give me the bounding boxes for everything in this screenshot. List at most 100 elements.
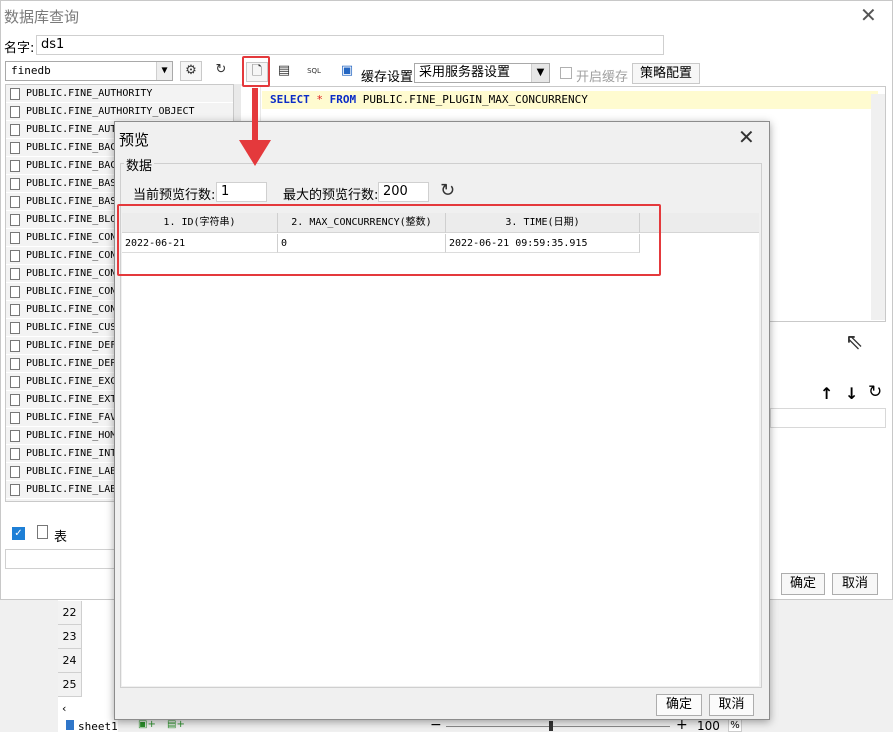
scroll-left-icon[interactable]: ‹ [62,702,66,715]
table-list-item-label: PUBLIC.FINE_CON [26,232,117,243]
sql-table-name: PUBLIC.FINE_PLUGIN_MAX_CONCURRENCY [362,93,588,106]
annotation-arrow-head [239,140,271,166]
table-label: 表 [54,530,68,545]
move-down-icon[interactable]: ↓ [845,384,858,403]
table-icon [10,448,20,460]
chevron-down-icon: ▼ [156,62,172,80]
close-icon[interactable]: ✕ [860,3,877,27]
table-list-item-label: PUBLIC.FINE_CON [26,268,117,279]
table-list-item-label: PUBLIC.FINE_BAC [26,160,117,171]
name-input[interactable]: ds1 [36,35,664,55]
table-list-item-label: PUBLIC.FINE_LAB [26,466,117,477]
table-icon [10,88,20,100]
table-icon [10,484,20,496]
refresh-params-icon[interactable]: ↻ [868,382,882,402]
database-select-value: finedb [11,64,51,77]
table-icon [10,376,20,388]
sql-star: * [316,93,323,106]
table-list-item-label: PUBLIC.FINE_BLO [26,214,117,225]
table-list-item-label: PUBLIC.FINE_BAC [26,142,117,153]
table-list-item-label: PUBLIC.FINE_CUS [26,322,117,333]
dialog-title: 数据库查询 [4,8,80,26]
table-list-item-label: PUBLIC.FINE_HOM [26,430,117,441]
zoom-slider[interactable] [446,726,670,727]
table-list-item-label: PUBLIC.FINE_DEF [26,340,117,351]
zoom-value[interactable]: 100 [697,719,720,732]
table-icon [10,394,20,406]
table-list-item-label: PUBLIC.FINE_LAB [26,484,117,495]
table-checkbox[interactable]: ✓ [12,527,25,540]
table-list-item-label: PUBLIC.FINE_AUTHORITY_OBJECT [26,106,195,117]
cache-settings-label: 缓存设置 [361,70,414,85]
table-icon [10,250,20,262]
table-icon [37,525,48,539]
table-icon [10,322,20,334]
data-section-label: 数据 [124,155,155,174]
table-icon [10,286,20,298]
row-number[interactable]: 24 [58,649,82,673]
database-select[interactable]: finedb ▼ [5,61,173,81]
preview-grid [122,213,759,686]
mouse-cursor-icon: ⇖ [845,330,864,355]
max-rows-label: 最大的预览行数: [283,188,379,203]
table-icon [10,412,20,424]
table-icon [10,196,20,208]
parameter-table[interactable] [770,408,886,428]
max-rows-input[interactable]: 200 [378,182,429,202]
table-list-item-label: PUBLIC.FINE_EXC [26,376,117,387]
table-list-item-label: PUBLIC.FINE_CON [26,286,117,297]
table-icon [10,340,20,352]
row-number[interactable]: 22 [58,601,82,625]
table-list-item-label: PUBLIC.FINE_BAS [26,196,117,207]
sheet-tab[interactable]: sheet1 [78,720,118,732]
refresh-icon[interactable]: ↻ [210,61,232,81]
refresh-icon[interactable]: ↻ [440,180,455,201]
ok-button[interactable]: 确定 [781,573,825,595]
table-icon [10,466,20,478]
table-icon [10,304,20,316]
table-icon [10,430,20,442]
param-icon[interactable]: ▤ [273,62,295,82]
sql-keyword-select: SELECT [270,93,310,106]
table-list-item-label: PUBLIC.FINE_INT [26,448,117,459]
table-list-item-label: PUBLIC.FINE_EXT [26,394,117,405]
row-number[interactable]: 23 [58,625,82,649]
connection-settings-icon[interactable]: ⚙ [180,61,202,81]
close-icon[interactable]: ✕ [738,125,755,149]
row-number[interactable]: 25 [58,673,82,697]
table-icon [10,124,20,136]
table-search-input[interactable] [5,549,115,569]
table-list-item-label: PUBLIC.FINE_DEP [26,358,117,369]
preview-cancel-button[interactable]: 取消 [709,694,754,716]
add-sheet-icon[interactable]: ▣+ [138,719,158,731]
table-icon [10,160,20,172]
sql-editor-scrollbar[interactable] [871,94,885,320]
sql-keyword-from: FROM [329,93,357,106]
cache-settings-select[interactable]: 采用服务器设置 ▼ [414,63,550,83]
table-icon [10,178,20,190]
enable-cache-checkbox[interactable] [560,67,572,79]
table-list-item-label: PUBLIC.FINE_AUT [26,124,117,135]
name-label: 名字: [4,41,35,56]
cache-icon: ▣ [340,63,354,78]
add-sheet-icon[interactable]: ▤+ [167,719,187,731]
policy-config-button[interactable]: 策略配置 [632,63,700,84]
sql-icon[interactable]: SQL [303,62,325,82]
sql-current-line[interactable]: SELECT * FROM PUBLIC.FINE_PLUGIN_MAX_CON… [262,91,878,109]
preview-ok-button[interactable]: 确定 [656,694,702,716]
zoom-slider-thumb[interactable] [549,721,553,731]
annotation-box-preview-button [242,56,270,87]
chevron-down-icon: ▼ [531,64,549,82]
table-icon [10,358,20,370]
current-rows-input[interactable]: 1 [216,182,267,202]
table-icon [10,142,20,154]
current-rows-label: 当前预览行数: [133,188,216,203]
cache-settings-value: 采用服务器设置 [419,65,511,80]
table-icon [10,232,20,244]
table-list-item-label: PUBLIC.FINE_CON [26,304,117,315]
move-up-icon[interactable]: ↑ [820,384,833,403]
preview-title: 预览 [119,131,150,149]
table-list-item[interactable]: PUBLIC.FINE_AUTHORITY_OBJECT [6,103,233,121]
table-list-item[interactable]: PUBLIC.FINE_AUTHORITY [6,85,233,103]
cancel-button[interactable]: 取消 [832,573,878,595]
